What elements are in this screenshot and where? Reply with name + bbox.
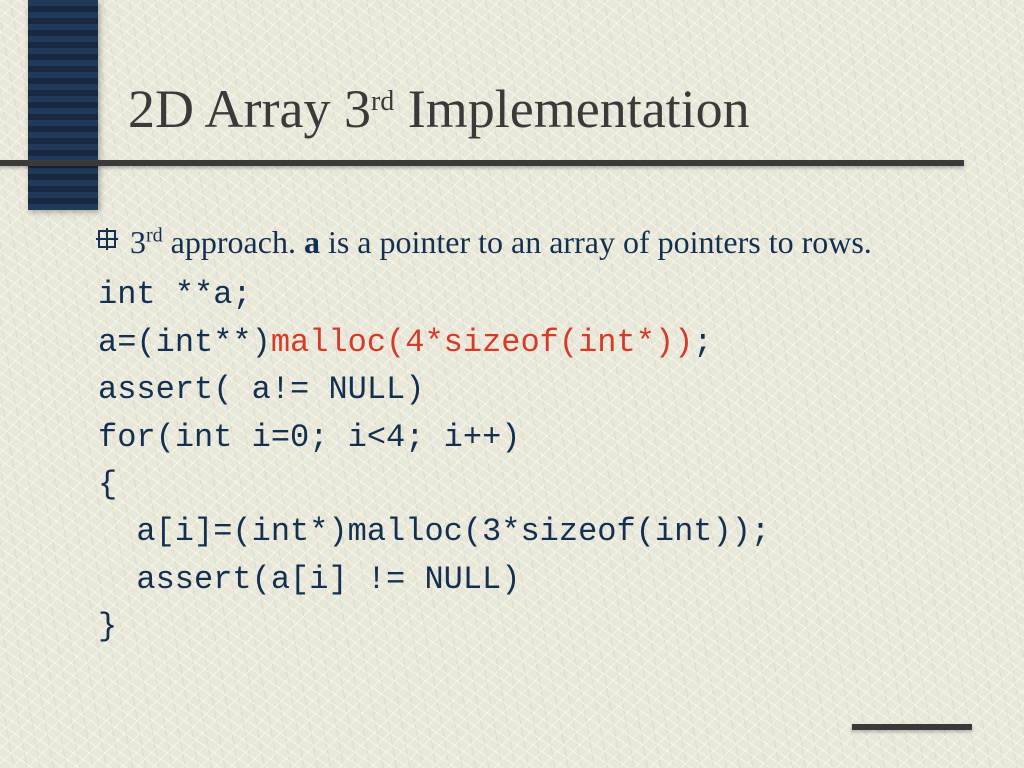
bullet-var: a — [304, 224, 320, 260]
bullet-item: 3rd approach. a is a pointer to an array… — [98, 220, 964, 265]
code-l2a: a=(int**) — [98, 324, 271, 361]
slide-title: 2D Array 3rd Implementation — [128, 82, 750, 136]
code-l5: { — [98, 466, 117, 503]
code-l4: for(int i=0; i<4; i++) — [98, 419, 520, 456]
bullet-sup: rd — [146, 224, 163, 246]
code-l1: int **a; — [98, 276, 252, 313]
title-sup: rd — [371, 86, 394, 117]
bullet-rest: is a pointer to an array of pointers to … — [320, 224, 872, 260]
code-l2c: ; — [693, 324, 712, 361]
bullet-text: 3rd approach. a is a pointer to an array… — [130, 220, 964, 265]
code-l8: } — [98, 608, 117, 645]
hash-bullet-icon — [98, 230, 116, 248]
bookmark-motif — [28, 0, 98, 210]
title-post: Implementation — [394, 79, 749, 139]
bullet-num: 3 — [130, 224, 146, 260]
footer-rule — [852, 724, 972, 730]
code-l6: a[i]=(int*)malloc(3*sizeof(int)); — [98, 508, 770, 555]
bullet-aftersup: approach. — [163, 224, 304, 260]
code-l7: assert(a[i] != NULL) — [98, 556, 520, 603]
title-rule — [0, 160, 964, 166]
code-l3: assert( a!= NULL) — [98, 371, 424, 408]
slide: 2D Array 3rd Implementation 3rd approach… — [0, 0, 1024, 768]
title-pre: 2D Array 3 — [128, 79, 371, 139]
code-l2b: malloc(4*sizeof(int*)) — [271, 324, 693, 361]
code-block: int **a; a=(int**)malloc(4*sizeof(int*))… — [98, 271, 964, 650]
slide-body: 3rd approach. a is a pointer to an array… — [98, 220, 964, 650]
